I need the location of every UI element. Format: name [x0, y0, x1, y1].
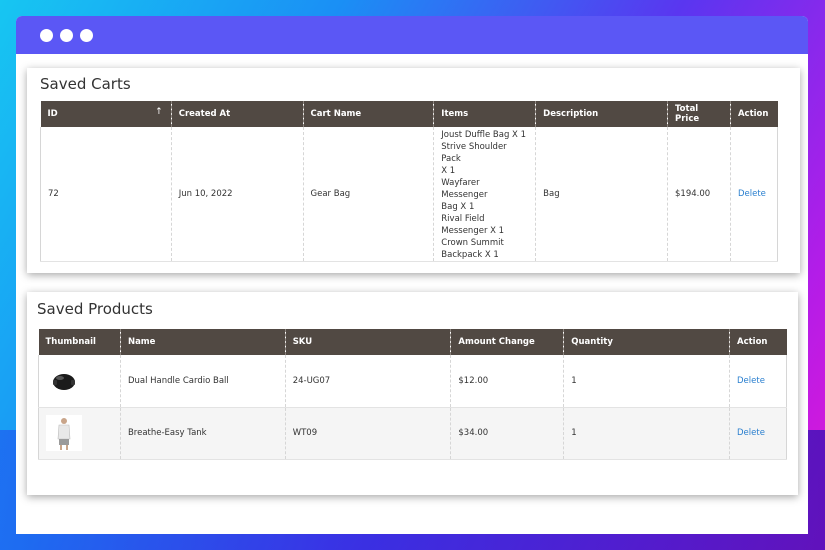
cart-item-line: Strive Shoulder Pack — [441, 142, 507, 164]
cart-item-line: Crown Summit — [441, 238, 504, 248]
delete-product-link[interactable]: Delete — [737, 428, 765, 438]
product-sku: 24-UG07 — [285, 355, 452, 408]
cart-items: Joust Duffle Bag X 1 Strive Shoulder Pac… — [433, 127, 537, 262]
table-row: 72 Jun 10, 2022 Gear Bag Joust Duffle Ba… — [40, 127, 779, 262]
cart-name: Gear Bag — [303, 127, 435, 262]
product-name: Breathe-Easy Tank — [120, 407, 286, 460]
cart-total-price: $194.00 — [667, 127, 731, 262]
column-header-thumbnail: Thumbnail — [38, 329, 121, 355]
cart-item-line: Bag X 1 — [441, 202, 475, 212]
product-amount-change: $34.00 — [450, 407, 565, 460]
tank-top-thumbnail-icon[interactable] — [46, 415, 82, 451]
column-header-id[interactable]: ID ↑ — [40, 101, 172, 127]
delete-product-link[interactable]: Delete — [737, 376, 765, 386]
product-thumbnail-cell — [38, 407, 121, 460]
column-header-description[interactable]: Description — [535, 101, 668, 127]
cardio-ball-thumbnail-icon[interactable] — [46, 362, 82, 399]
cart-item-line: X 1 — [441, 166, 456, 176]
window-control-dot[interactable] — [40, 28, 53, 42]
column-header-items[interactable]: Items — [433, 101, 537, 127]
cart-item-line: Wayfarer Messenger — [441, 178, 488, 200]
product-quantity: 1 — [563, 355, 730, 408]
column-header-cart-name[interactable]: Cart Name — [303, 101, 435, 127]
column-header-created-at[interactable]: Created At — [171, 101, 304, 127]
window-titlebar — [16, 16, 808, 54]
product-quantity: 1 — [563, 407, 730, 460]
saved-products-panel: Saved Products Thumbnail Name SKU Amount… — [27, 292, 798, 495]
cart-item-line: Rival Field — [441, 214, 485, 224]
product-amount-change: $12.00 — [450, 355, 565, 408]
saved-carts-table: ID ↑ Created At Cart Name Items Descript… — [40, 101, 779, 262]
delete-cart-link[interactable]: Delete — [738, 189, 766, 199]
table-header-row: ID ↑ Created At Cart Name Items Descript… — [40, 101, 778, 127]
saved-carts-panel: Saved Carts ID ↑ Created At Cart Name It… — [27, 68, 800, 273]
cart-description: Bag — [535, 127, 668, 262]
cart-created-at: Jun 10, 2022 — [171, 127, 304, 262]
browser-window: Saved Carts ID ↑ Created At Cart Name It… — [16, 16, 808, 534]
cart-action: Delete — [730, 127, 779, 262]
saved-products-title: Saved Products — [37, 300, 153, 318]
column-header-sku[interactable]: SKU — [285, 329, 452, 355]
cart-id: 72 — [40, 127, 172, 262]
cart-item-line: Backpack X 1 — [441, 250, 499, 260]
column-header-action: Action — [729, 329, 787, 355]
cart-item-line: Joust Duffle Bag X 1 — [441, 130, 526, 140]
product-action: Delete — [729, 407, 787, 460]
column-header-amount-change[interactable]: Amount Change — [450, 329, 565, 355]
table-row: Dual Handle Cardio Ball 24-UG07 $12.00 1… — [38, 355, 787, 408]
column-header-quantity[interactable]: Quantity — [563, 329, 730, 355]
column-header-name[interactable]: Name — [120, 329, 286, 355]
product-thumbnail-cell — [38, 355, 121, 408]
window-control-dot[interactable] — [60, 28, 73, 42]
product-sku: WT09 — [285, 407, 452, 460]
product-action: Delete — [729, 355, 787, 408]
sort-ascending-icon[interactable]: ↑ — [155, 107, 163, 117]
cart-item-line: Messenger X 1 — [441, 226, 505, 236]
window-control-dot[interactable] — [80, 28, 93, 42]
column-header-action: Action — [730, 101, 778, 127]
product-name: Dual Handle Cardio Ball — [120, 355, 286, 408]
saved-products-table: Thumbnail Name SKU Amount Change Quantit… — [38, 329, 787, 460]
column-header-total-price[interactable]: Total Price — [667, 101, 731, 127]
saved-carts-title: Saved Carts — [40, 75, 131, 93]
table-header-row: Thumbnail Name SKU Amount Change Quantit… — [38, 329, 787, 355]
table-row: Breathe-Easy Tank WT09 $34.00 1 Delete — [38, 407, 787, 460]
